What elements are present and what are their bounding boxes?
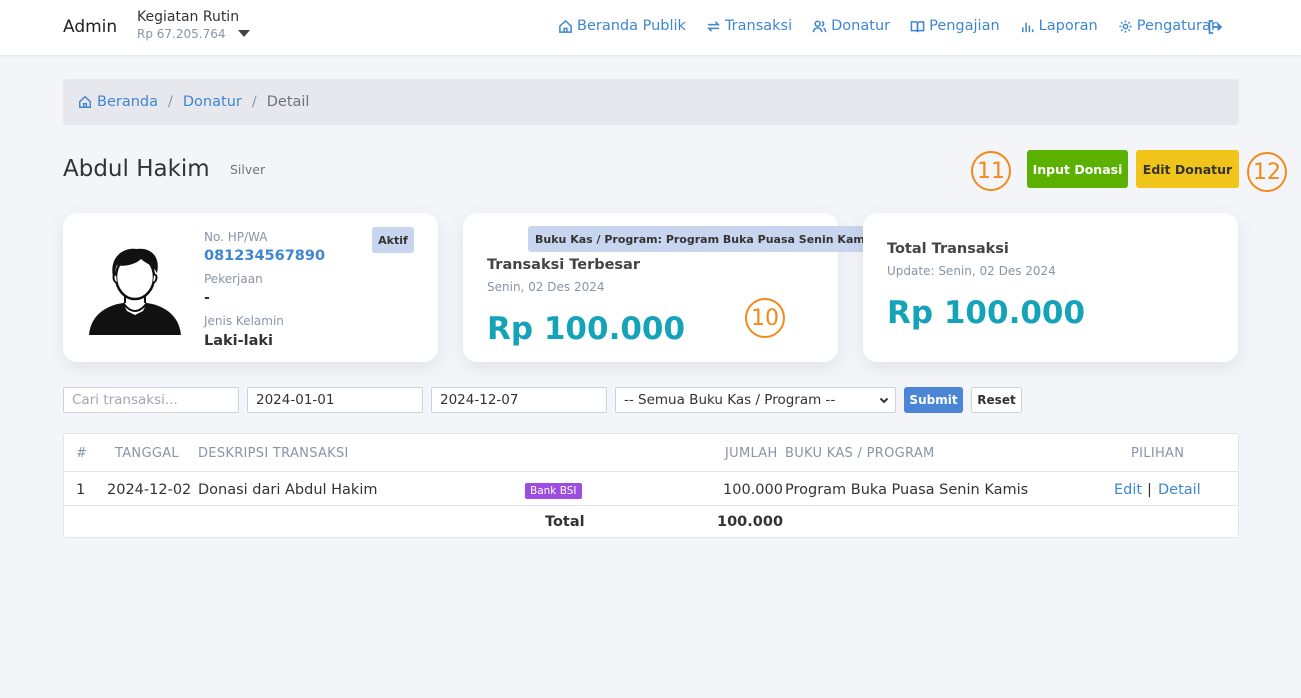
col-header-jumlah: JUMLAH bbox=[725, 446, 778, 461]
cell-program: Program Buka Puasa Senin Kamis bbox=[785, 482, 1029, 498]
home-icon bbox=[559, 19, 572, 33]
nav-label: Donatur bbox=[831, 18, 891, 34]
top-navbar: Admin Kegiatan Rutin Rp 67.205.764 Beran… bbox=[0, 0, 1301, 55]
largest-amount: Rp 100.000 bbox=[487, 311, 686, 347]
total-transaction-card: Total Transaksi Update: Senin, 02 Des 20… bbox=[863, 213, 1238, 362]
avatar bbox=[89, 248, 181, 335]
total-label: Total bbox=[545, 514, 585, 530]
largest-date: Senin, 02 Des 2024 bbox=[487, 280, 605, 294]
program-select-value: -- Semua Buku Kas / Program -- bbox=[624, 392, 836, 408]
nav-label: Transaksi bbox=[724, 18, 793, 34]
gender-value: Laki-laki bbox=[204, 333, 274, 349]
logout-button[interactable] bbox=[1207, 19, 1223, 39]
annotation-marker-11: 11 bbox=[971, 151, 1011, 191]
nav-transaksi[interactable]: Transaksi bbox=[706, 18, 792, 34]
cell-no: 1 bbox=[76, 482, 86, 498]
kas-title: Kegiatan Rutin bbox=[137, 9, 240, 25]
nav-laporan[interactable]: Laporan bbox=[1020, 18, 1098, 34]
breadcrumb-current: Detail bbox=[266, 94, 310, 110]
total-value: 100.000 bbox=[717, 514, 784, 530]
breadcrumb: Beranda / Donatur / Detail bbox=[63, 79, 1239, 125]
total-title: Total Transaksi bbox=[887, 241, 1009, 257]
status-badge: Aktif bbox=[372, 227, 414, 253]
nav-pengajian[interactable]: Pengajian bbox=[910, 18, 1000, 34]
annotation-marker-12: 12 bbox=[1247, 152, 1287, 192]
breadcrumb-home[interactable]: Beranda bbox=[78, 94, 158, 110]
chevron-down-icon bbox=[879, 397, 889, 404]
phone-label: No. HP/WA bbox=[204, 230, 268, 244]
program-badge: Buku Kas / Program: Program Buka Puasa S… bbox=[528, 226, 883, 252]
breadcrumb-home-label: Beranda bbox=[97, 94, 158, 110]
nav-beranda-publik[interactable]: Beranda Publik bbox=[558, 18, 686, 34]
donor-profile-card: No. HP/WA 081234567890 Pekerjaan - Jenis… bbox=[63, 213, 438, 362]
job-label: Pekerjaan bbox=[204, 272, 263, 286]
book-icon bbox=[910, 20, 925, 32]
phone-link[interactable]: 081234567890 bbox=[204, 248, 325, 264]
bar-chart-icon bbox=[1021, 22, 1034, 32]
nav-pengaturan[interactable]: Pengaturan bbox=[1118, 18, 1220, 34]
kas-switcher[interactable]: Kegiatan Rutin Rp 67.205.764 bbox=[137, 9, 239, 41]
col-header-deskripsi: DESKRIPSI TRANSAKSI bbox=[198, 446, 349, 461]
detail-link[interactable]: Detail bbox=[1158, 482, 1201, 498]
home-icon bbox=[79, 95, 91, 108]
nav-donatur[interactable]: Donatur bbox=[812, 18, 890, 34]
bank-badge: Bank BSI bbox=[525, 483, 582, 499]
reset-button[interactable]: Reset bbox=[971, 387, 1022, 413]
brand[interactable]: Admin bbox=[63, 17, 117, 37]
job-value: - bbox=[204, 290, 210, 306]
logout-icon bbox=[1208, 20, 1223, 34]
nav-links: Beranda Publik Transaksi Donatur Pengaji… bbox=[558, 18, 1240, 34]
date-to-input[interactable]: 2024-12-07 bbox=[431, 387, 607, 413]
col-header-no: # bbox=[76, 446, 88, 461]
repeat-icon bbox=[706, 20, 720, 32]
gender-label: Jenis Kelamin bbox=[204, 314, 284, 328]
divider bbox=[64, 471, 1238, 472]
breadcrumb-separator: / bbox=[251, 94, 257, 110]
edit-link[interactable]: Edit bbox=[1114, 482, 1142, 498]
donor-level: Silver bbox=[230, 162, 266, 177]
page-title: Abdul Hakim bbox=[63, 156, 210, 182]
gear-icon bbox=[1119, 19, 1132, 33]
nav-label: Pengajian bbox=[929, 18, 1000, 34]
largest-title: Transaksi Terbesar bbox=[487, 257, 640, 273]
divider bbox=[64, 505, 1238, 506]
program-select[interactable]: -- Semua Buku Kas / Program -- bbox=[615, 387, 896, 413]
nav-label: Laporan bbox=[1038, 18, 1098, 34]
col-header-pilihan: PILIHAN bbox=[1131, 446, 1185, 461]
kas-balance: Rp 67.205.764 bbox=[137, 27, 226, 41]
largest-transaction-card: Buku Kas / Program: Program Buka Puasa S… bbox=[463, 213, 883, 362]
annotation-marker-10: 10 bbox=[745, 298, 785, 338]
col-header-tanggal: TANGGAL bbox=[115, 446, 179, 461]
search-input[interactable]: Cari transaksi... bbox=[63, 387, 239, 413]
col-header-program: BUKU KAS / PROGRAM bbox=[785, 446, 935, 461]
edit-donatur-button[interactable]: Edit Donatur bbox=[1136, 150, 1239, 188]
link-separator: | bbox=[1147, 482, 1152, 498]
submit-button[interactable]: Submit bbox=[904, 387, 963, 413]
total-amount: Rp 100.000 bbox=[887, 295, 1086, 331]
transactions-table: # TANGGAL DESKRIPSI TRANSAKSI JUMLAH BUK… bbox=[63, 433, 1239, 538]
caret-down-icon[interactable] bbox=[238, 30, 250, 37]
total-update: Update: Senin, 02 Des 2024 bbox=[887, 264, 1056, 278]
cell-jumlah: 100.000 bbox=[723, 482, 783, 498]
breadcrumb-donatur[interactable]: Donatur bbox=[183, 94, 242, 110]
breadcrumb-separator: / bbox=[168, 94, 173, 110]
nav-label: Beranda Publik bbox=[577, 18, 686, 34]
cell-tanggal: 2024-12-02 bbox=[107, 482, 192, 498]
date-from-input[interactable]: 2024-01-01 bbox=[247, 387, 423, 413]
users-icon bbox=[812, 20, 827, 32]
input-donasi-button[interactable]: Input Donasi bbox=[1027, 150, 1128, 188]
cell-deskripsi: Donasi dari Abdul Hakim bbox=[198, 482, 378, 498]
